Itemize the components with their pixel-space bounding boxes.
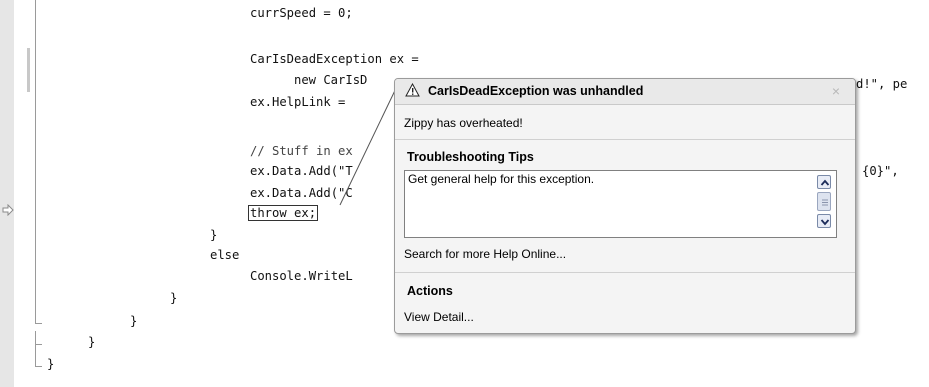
- divider: [395, 272, 855, 273]
- exception-message: Zippy has overheated!: [404, 116, 523, 130]
- troubleshooting-heading: Troubleshooting Tips: [407, 150, 534, 164]
- close-icon[interactable]: ×: [829, 83, 843, 99]
- view-detail-link[interactable]: View Detail...: [404, 310, 474, 324]
- divider: [395, 139, 855, 140]
- warning-icon: [405, 83, 420, 97]
- scroll-down-icon[interactable]: [817, 214, 831, 228]
- search-help-online-link[interactable]: Search for more Help Online...: [404, 247, 566, 261]
- scroll-up-icon[interactable]: [817, 175, 831, 189]
- actions-heading: Actions: [407, 284, 453, 298]
- popup-header[interactable]: CarIsDeadException was unhandled ×: [395, 79, 855, 105]
- troubleshooting-tips-list[interactable]: Get general help for this exception.: [404, 170, 837, 238]
- exception-assistant: CarIsDeadException was unhandled × Zippy…: [394, 78, 856, 334]
- scrollbar-thumb[interactable]: [817, 192, 831, 211]
- popup-title: CarIsDeadException was unhandled: [428, 84, 644, 98]
- tip-link[interactable]: Get general help for this exception.: [408, 172, 594, 186]
